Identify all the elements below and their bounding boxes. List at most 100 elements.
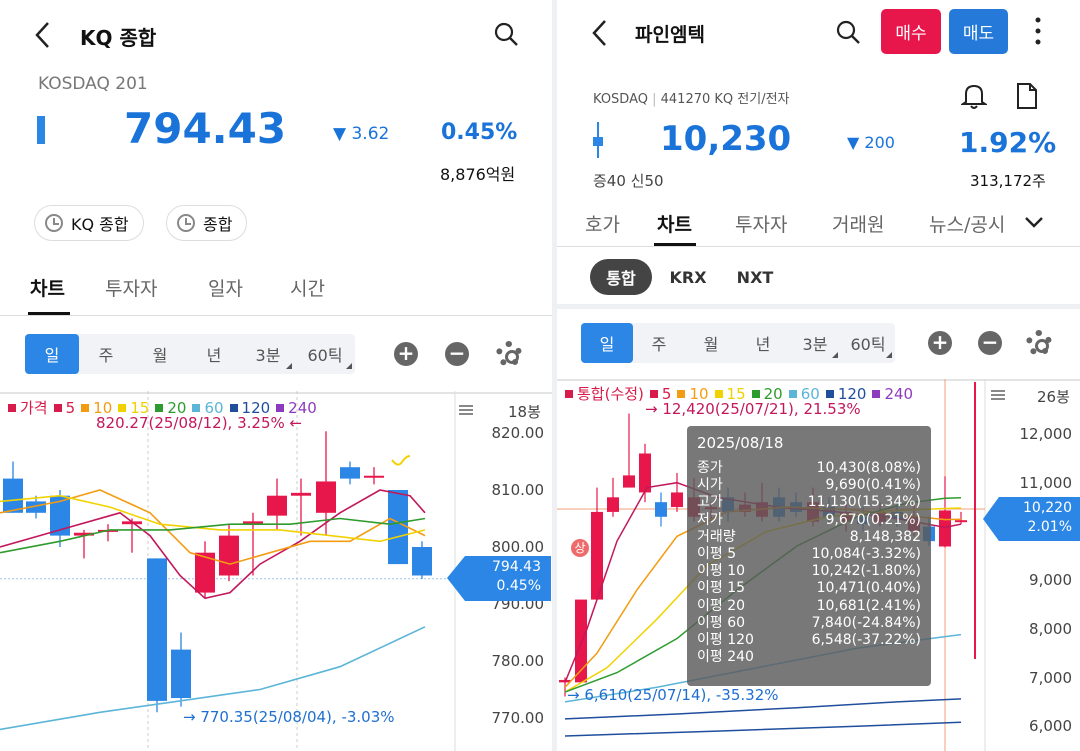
candle <box>122 518 142 553</box>
candle <box>195 541 215 599</box>
candle-body <box>340 467 360 479</box>
tooltip-key: 이평 15 <box>697 580 746 597</box>
sell-button[interactable]: 매도 <box>949 9 1008 54</box>
tab-time[interactable]: 시간 <box>290 274 325 301</box>
more-vertical-icon[interactable] <box>1035 16 1041 46</box>
dropdown-corner-icon <box>832 352 838 358</box>
candle-body <box>364 475 384 478</box>
y-axis-tick: 12,000 <box>1019 425 1073 443</box>
tab-investor[interactable]: 투자자 <box>735 210 787 237</box>
period-week[interactable]: 주 <box>79 334 133 374</box>
tooltip-key: 이평 120 <box>697 631 754 648</box>
period-60tick[interactable]: 60틱 <box>841 323 895 363</box>
tab-orderbook[interactable]: 호가 <box>585 210 620 237</box>
tab-chart[interactable]: 차트 <box>657 210 692 237</box>
arrow-right-icon: → <box>645 400 663 418</box>
tab-daily[interactable]: 일자 <box>208 274 243 301</box>
handwritten-check-mark <box>391 455 411 466</box>
market-integrated[interactable]: 통합 <box>590 259 652 295</box>
y-axis-tick: 11,000 <box>1019 473 1073 492</box>
candle <box>639 443 651 503</box>
tooltip-value: 8,148,382 <box>849 528 921 545</box>
period-day[interactable]: 일 <box>581 323 633 363</box>
tooltip-value: 10,084(-3.32%) <box>811 545 921 562</box>
tab-investor[interactable]: 투자자 <box>105 274 157 301</box>
period-selector: 일 주 월 년 3분 60틱 <box>581 323 895 363</box>
candle <box>655 492 667 527</box>
zoom-out-icon[interactable]: − <box>978 331 1002 355</box>
candle-body <box>219 535 239 576</box>
candle-body <box>171 649 191 699</box>
period-60tick[interactable]: 60틱 <box>295 334 355 374</box>
period-year[interactable]: 년 <box>737 323 789 363</box>
period-month[interactable]: 월 <box>133 334 187 374</box>
tooltip-value: 11,130(15.34%) <box>807 494 921 511</box>
ma240-line <box>564 721 962 737</box>
back-icon[interactable] <box>589 18 609 52</box>
settings-gear-icon[interactable] <box>496 341 522 367</box>
candle-body <box>412 547 432 576</box>
market-krx[interactable]: KRX <box>660 259 716 295</box>
y-axis-tick: 800.00 <box>491 538 545 556</box>
period-day[interactable]: 일 <box>25 334 79 374</box>
chevron-down-icon[interactable] <box>1024 214 1044 233</box>
pill-label: KQ 종합 <box>71 215 129 234</box>
pill-composite[interactable]: 종합 <box>166 205 248 241</box>
tab-broker[interactable]: 거래원 <box>832 210 884 237</box>
candle <box>3 461 23 513</box>
menu-lines-icon[interactable] <box>991 390 1005 400</box>
candle <box>671 472 683 512</box>
price-tag-value: 794.43 <box>492 559 541 575</box>
buy-button[interactable]: 매수 <box>881 9 941 54</box>
pill-label: 종합 <box>203 215 233 234</box>
y-axis-tick: 810.00 <box>491 481 545 499</box>
period-month[interactable]: 월 <box>685 323 737 363</box>
legend-swatch <box>751 390 760 398</box>
zoom-in-icon[interactable]: + <box>928 331 952 355</box>
zoom-out-icon[interactable]: − <box>445 342 469 366</box>
period-3min[interactable]: 3분 <box>241 334 295 374</box>
candle <box>267 478 287 530</box>
low-annotation-text: 770.35(25/08/04), -3.03% <box>200 708 395 726</box>
down-triangle-icon: ▼ <box>333 124 352 144</box>
market-nxt[interactable]: NXT <box>727 259 783 295</box>
zoom-in-icon[interactable]: + <box>394 342 418 366</box>
candle-body <box>671 492 683 508</box>
candle <box>243 512 263 576</box>
pill-kq-composite[interactable]: KQ 종합 <box>34 205 144 241</box>
period-week[interactable]: 주 <box>633 323 685 363</box>
price-tag-pct: 2.01% <box>1027 519 1072 535</box>
tooltip-value: 10,430(8.08%) <box>816 460 921 476</box>
tooltip-row: 고가 11,130(15.34%) <box>697 494 921 511</box>
search-icon[interactable] <box>836 20 862 50</box>
arrow-right-icon: → <box>567 686 585 704</box>
candle-body <box>607 497 619 512</box>
candle-body <box>267 495 287 516</box>
tab-chart[interactable]: 차트 <box>30 274 65 301</box>
candle <box>147 558 167 713</box>
back-icon[interactable] <box>32 20 52 54</box>
document-icon[interactable] <box>1015 82 1039 114</box>
clock-icon <box>45 214 63 232</box>
tab-news[interactable]: 뉴스/공시 <box>929 210 1014 237</box>
tooltip-key: 저가 <box>697 511 723 528</box>
down-triangle-icon: ▼ <box>847 133 865 152</box>
y-axis-tick: 7,000 <box>1029 668 1072 687</box>
search-icon[interactable] <box>494 22 520 52</box>
period-3min[interactable]: 3분 <box>789 323 841 363</box>
high-annotation: 820.27(25/08/12), 3.25% ← <box>96 414 302 432</box>
candle <box>171 632 191 707</box>
tooltip-row: 종가 10,430(8.08%) <box>697 460 921 477</box>
settings-gear-icon[interactable] <box>1026 330 1052 356</box>
period-year[interactable]: 년 <box>187 334 241 374</box>
legend-swatch <box>649 390 658 398</box>
mini-candle-icon <box>37 116 45 144</box>
tooltip-row: 이평 120 6,548(-37.22%) <box>697 632 921 649</box>
tooltip-value: 9,670(0.21%) <box>825 511 921 528</box>
low-annotation: → 6,610(25/07/14), -35.32% <box>567 686 779 704</box>
bell-icon[interactable] <box>959 82 989 114</box>
tab-divider <box>0 315 552 316</box>
tooltip-key: 시가 <box>697 477 723 494</box>
low-annotation-text: 6,610(25/07/14), -35.32% <box>584 686 779 704</box>
change-percent: 0.45% <box>441 120 518 145</box>
